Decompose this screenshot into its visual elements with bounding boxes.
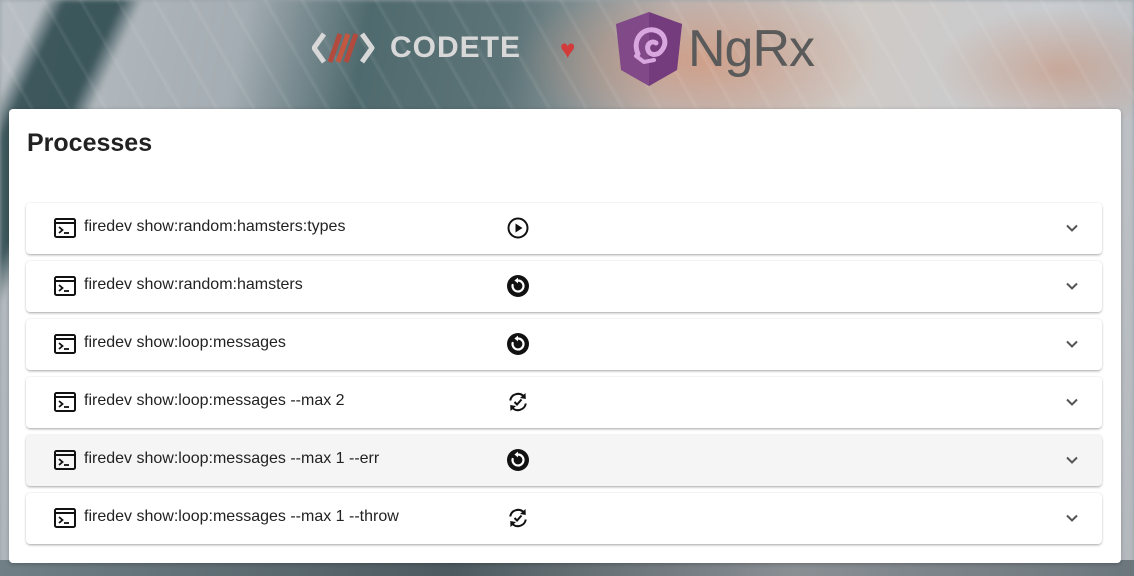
process-label: firedev show:random:hamsters:types xyxy=(84,218,346,235)
chevron-down-icon[interactable] xyxy=(1064,220,1080,236)
chevron-down-icon[interactable] xyxy=(1064,278,1080,294)
process-label: firedev show:loop:messages --max 1 --thr… xyxy=(84,508,399,525)
terminal-icon xyxy=(54,334,76,354)
restart-icon[interactable] xyxy=(506,332,530,356)
page-title: Processes xyxy=(27,129,153,157)
restart-icon[interactable] xyxy=(506,448,530,472)
process-label: firedev show:random:hamsters xyxy=(84,276,303,293)
process-label: firedev show:loop:messages --max 1 --err xyxy=(84,450,380,467)
process-label: firedev show:loop:messages --max 2 xyxy=(84,392,345,409)
chevron-down-icon[interactable] xyxy=(1064,336,1080,352)
sync-check-icon[interactable] xyxy=(506,390,530,414)
chevron-down-icon[interactable] xyxy=(1064,394,1080,410)
terminal-icon xyxy=(54,450,76,470)
restart-icon[interactable] xyxy=(506,274,530,298)
codete-mark-icon xyxy=(312,32,375,64)
process-label: firedev show:loop:messages xyxy=(84,334,286,351)
ngrx-shield-icon xyxy=(616,12,682,86)
process-panel[interactable]: firedev show:loop:messages --max 1 --err xyxy=(26,435,1102,486)
process-panel[interactable]: firedev show:loop:messages --max 2 xyxy=(26,377,1102,428)
codete-logo: CODETE xyxy=(312,28,521,68)
processes-card: Processes firedev show:random:hamsters:t… xyxy=(9,109,1121,563)
sync-check-icon[interactable] xyxy=(506,506,530,530)
codete-wordmark: CODETE xyxy=(390,31,522,64)
header-banner: CODETE ♥ NgRx xyxy=(0,0,1134,104)
process-panel[interactable]: firedev show:loop:messages xyxy=(26,319,1102,370)
process-panel[interactable]: firedev show:random:hamsters:types xyxy=(26,203,1102,254)
terminal-icon xyxy=(54,276,76,296)
play-circle-icon[interactable] xyxy=(506,216,530,240)
process-panel[interactable]: firedev show:loop:messages --max 1 --thr… xyxy=(26,493,1102,544)
heart-icon: ♥ xyxy=(560,34,576,64)
ngrx-logo: NgRx xyxy=(614,10,815,88)
terminal-icon xyxy=(54,508,76,528)
terminal-icon xyxy=(54,218,76,238)
chevron-down-icon[interactable] xyxy=(1064,452,1080,468)
chevron-down-icon[interactable] xyxy=(1064,510,1080,526)
process-panel[interactable]: firedev show:random:hamsters xyxy=(26,261,1102,312)
ngrx-wordmark: NgRx xyxy=(688,20,815,78)
terminal-icon xyxy=(54,392,76,412)
